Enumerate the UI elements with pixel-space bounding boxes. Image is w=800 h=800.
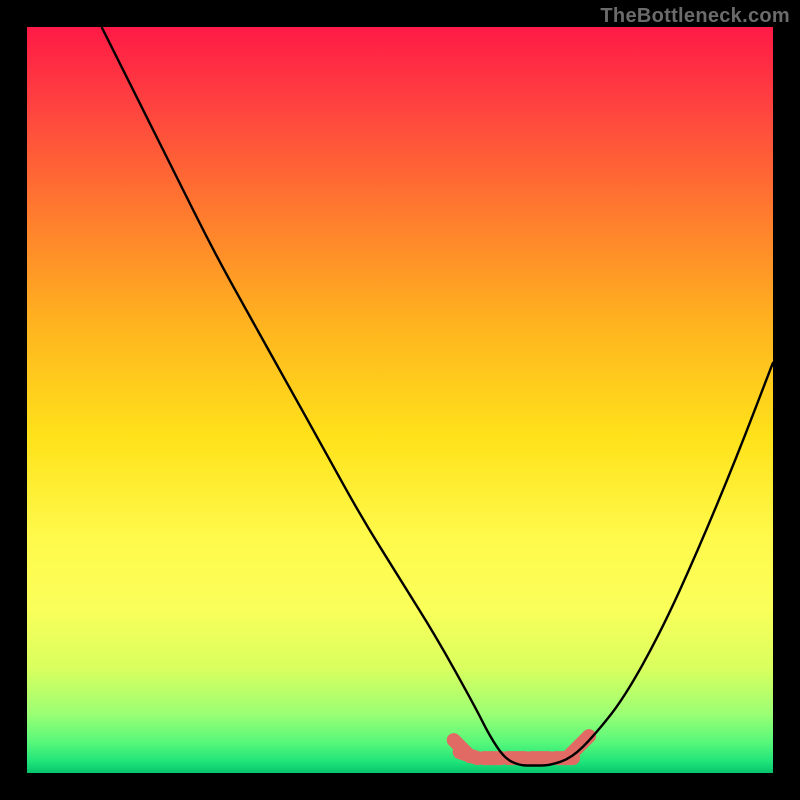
plot-area <box>27 27 773 773</box>
optimal-region-highlight <box>454 736 589 758</box>
bottleneck-curve <box>102 27 773 766</box>
chart-stage: TheBottleneck.com <box>0 0 800 800</box>
chart-svg <box>27 27 773 773</box>
watermark-text: TheBottleneck.com <box>600 5 790 28</box>
